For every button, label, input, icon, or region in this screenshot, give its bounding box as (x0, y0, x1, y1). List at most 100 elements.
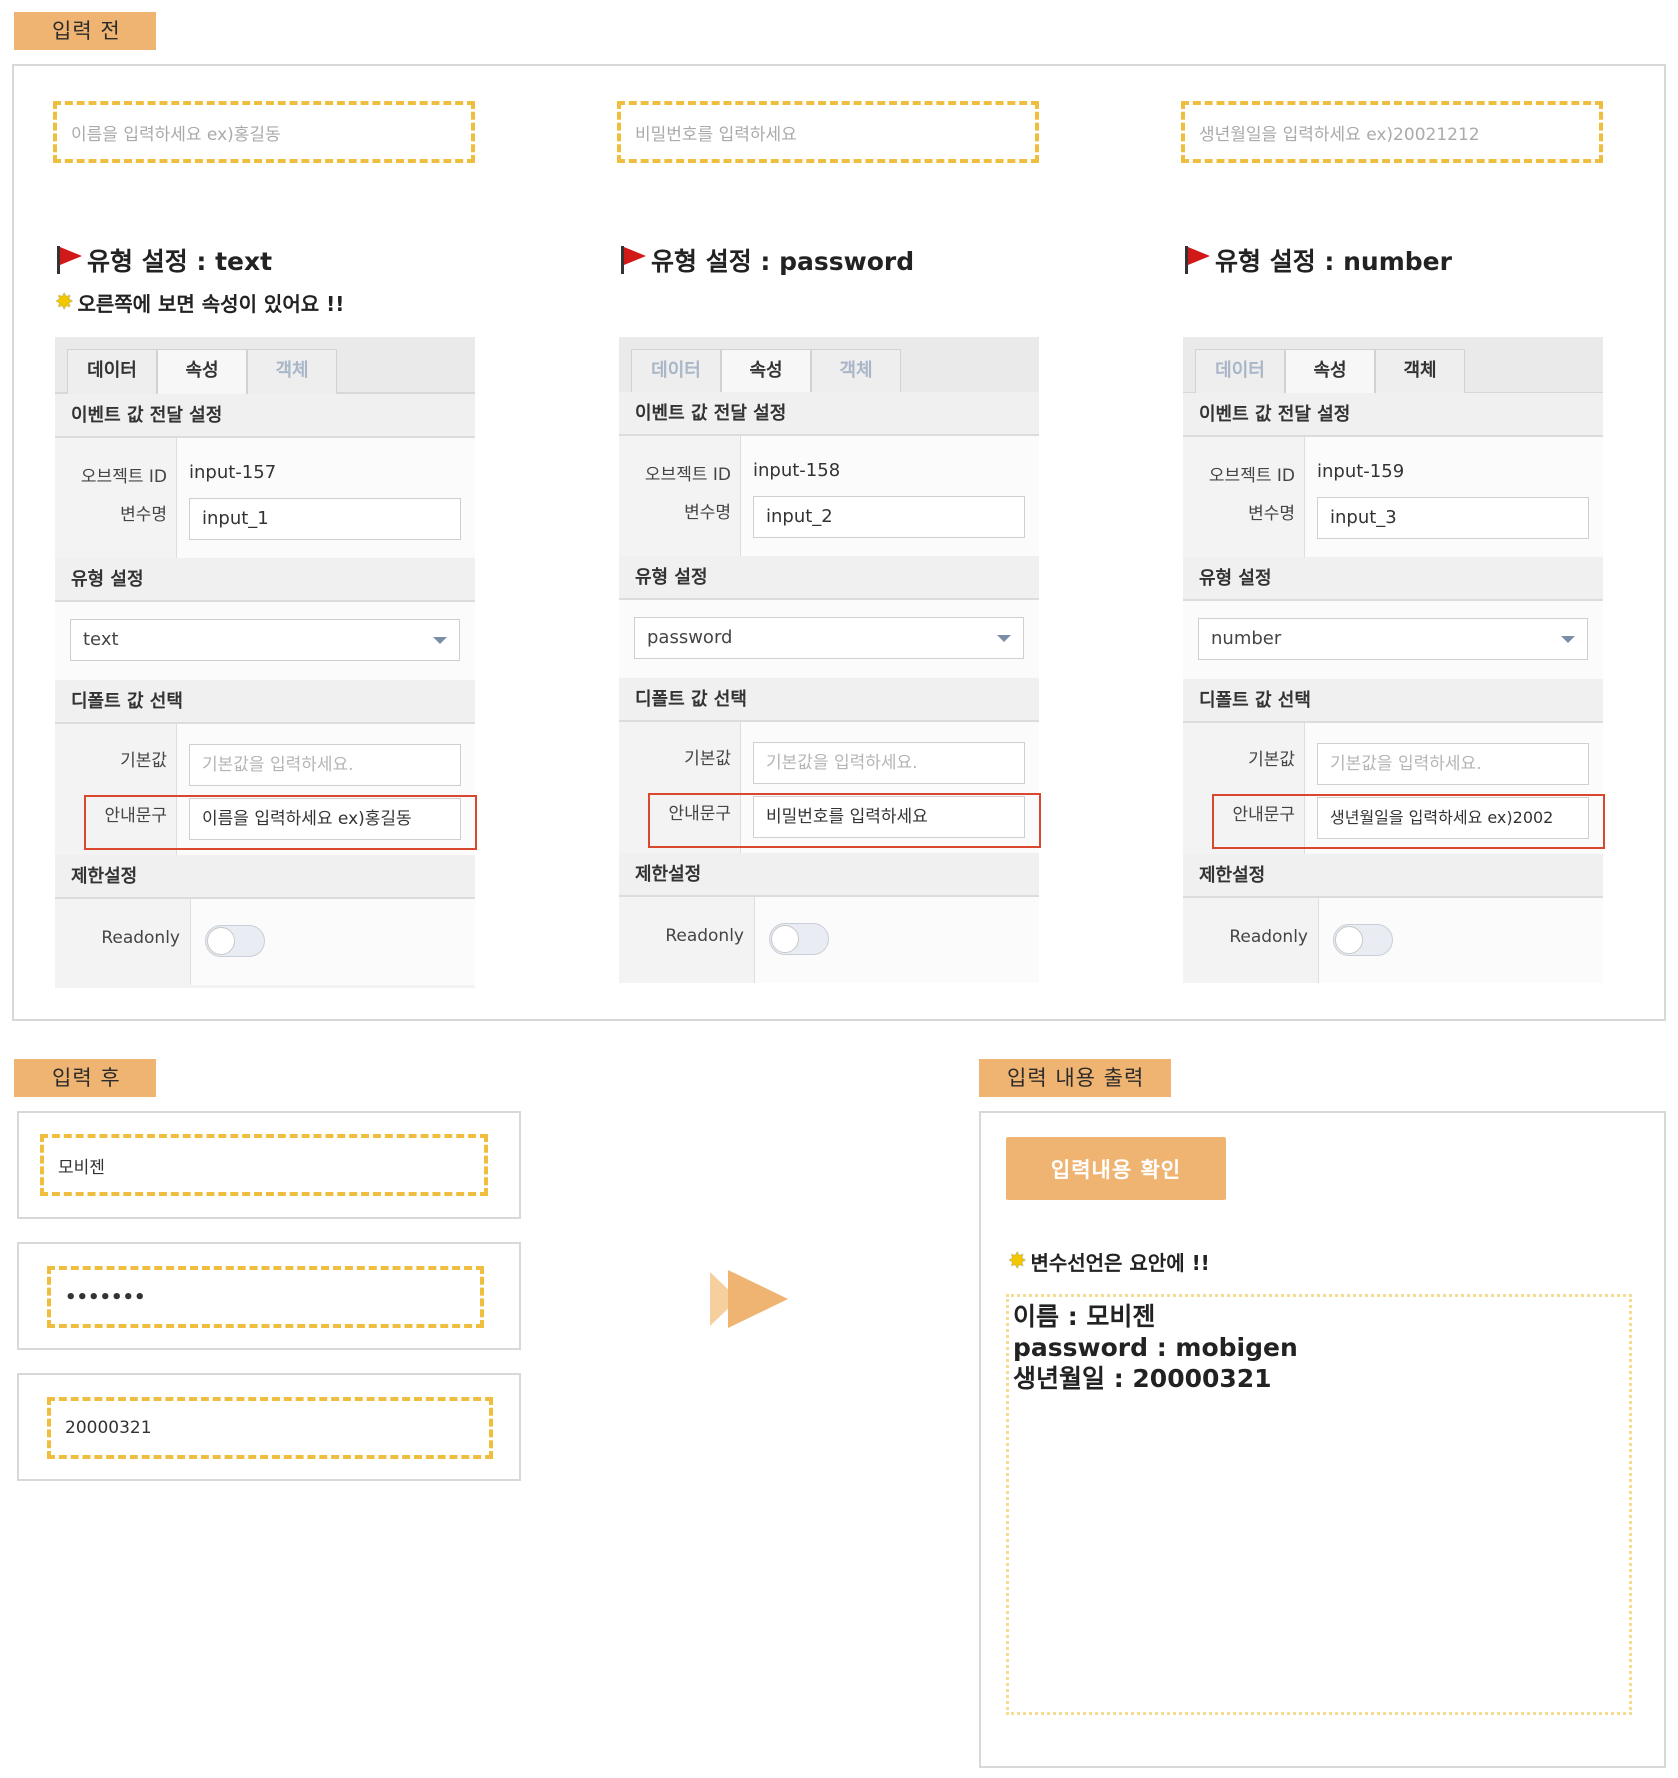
type-header: 유형 설정 (55, 558, 475, 602)
readonly-toggle[interactable] (205, 925, 265, 957)
output-note-text: 변수선언은 요안에 !! (1030, 1251, 1210, 1275)
object-id-value: input-158 (753, 460, 841, 481)
chevron-down-icon (433, 637, 447, 644)
column-title-password-label: 유형 설정 : password (651, 247, 915, 276)
default-header: 디폴트 값 선택 (619, 678, 1039, 722)
variable-label: 변수명 (120, 505, 167, 525)
readonly-label: Readonly (665, 926, 744, 946)
readonly-toggle[interactable] (769, 923, 829, 955)
column-title-text: 유형 설정 : text (55, 242, 272, 278)
property-panel-3: 데이터 속성 객체 이벤트 값 전달 설정 오브젝트 ID 변수명 input-… (1183, 337, 1603, 983)
type-header: 유형 설정 (619, 556, 1039, 600)
column-title-number: 유형 설정 : number (1183, 242, 1452, 278)
property-panel-1: 데이터 속성 객체 이벤트 값 전달 설정 오브젝트 ID 변수명 input-… (55, 337, 475, 988)
column-note: ✸ 오른쪽에 보면 속성이 있어요 !! (55, 288, 344, 317)
event-header: 이벤트 값 전달 설정 (619, 392, 1039, 436)
flag-icon (1183, 245, 1211, 275)
event-header: 이벤트 값 전달 설정 (1183, 393, 1603, 437)
variable-field[interactable]: input_2 (753, 496, 1025, 538)
section-tag-before: 입력 전 (14, 12, 156, 50)
type-header: 유형 설정 (1183, 557, 1603, 601)
object-id-label: 오브젝트 ID (80, 467, 167, 487)
output-line-password: password : mobigen (1013, 1333, 1298, 1362)
panel-tabs: 데이터 속성 객체 (619, 337, 1039, 394)
type-select[interactable]: password (634, 617, 1024, 659)
chevron-down-icon (1561, 636, 1575, 643)
tab-properties[interactable]: 속성 (157, 349, 247, 394)
panel-tabs: 데이터 속성 객체 (1183, 337, 1603, 394)
guide-highlight-box (84, 795, 477, 850)
default-field[interactable]: 기본값을 입력하세요. (189, 744, 461, 786)
panel-tabs: 데이터 속성 객체 (55, 337, 475, 394)
output-line-name: 이름 : 모비젠 (1013, 1302, 1156, 1331)
property-panel-2: 데이터 속성 객체 이벤트 값 전달 설정 오브젝트 ID 변수명 input-… (619, 337, 1039, 983)
output-display-box: 이름 : 모비젠 password : mobigen 생년월일 : 20000… (1006, 1294, 1632, 1715)
variable-label: 변수명 (684, 503, 731, 523)
default-label: 기본값 (120, 751, 167, 771)
guide-highlight-box (648, 793, 1041, 848)
confirm-input-button[interactable]: 입력내용 확인 (1006, 1137, 1226, 1200)
after-password-input[interactable]: ••••••• (47, 1266, 484, 1328)
star-icon: ✸ (1008, 1248, 1027, 1274)
event-body: 오브젝트 ID 변수명 input-158 input_2 (619, 436, 1039, 556)
default-label: 기본값 (1248, 750, 1295, 770)
chevron-down-icon (997, 635, 1011, 642)
object-id-label: 오브젝트 ID (644, 465, 731, 485)
tab-data[interactable]: 데이터 (631, 349, 721, 394)
limit-header: 제한설정 (55, 855, 475, 899)
guide-highlight-box (1212, 794, 1605, 849)
tab-object[interactable]: 객체 (247, 349, 337, 394)
section-tag-after: 입력 후 (14, 1059, 156, 1097)
readonly-label: Readonly (101, 928, 180, 948)
after-name-input[interactable]: 모비젠 (40, 1134, 488, 1196)
type-body: text (55, 602, 475, 680)
tab-object[interactable]: 객체 (811, 349, 901, 394)
type-select-value: text (83, 629, 119, 650)
event-body: 오브젝트 ID 변수명 input-159 input_3 (1183, 437, 1603, 557)
column-note-text: 오른쪽에 보면 속성이 있어요 !! (77, 292, 345, 316)
output-line-birth: 생년월일 : 20000321 (1013, 1364, 1272, 1393)
type-select-value: password (647, 627, 733, 648)
output-note: ✸ 변수선언은 요안에 !! (1008, 1247, 1210, 1276)
tab-properties[interactable]: 속성 (721, 349, 811, 394)
limit-header: 제한설정 (1183, 854, 1603, 898)
arrow-right-icon (710, 1270, 788, 1328)
type-select[interactable]: text (70, 619, 460, 661)
type-select[interactable]: number (1198, 618, 1588, 660)
object-id-value: input-157 (189, 462, 277, 483)
password-input[interactable]: 비밀번호를 입력하세요 (617, 101, 1039, 163)
birth-input[interactable]: 생년월일을 입력하세요 ex)20021212 (1181, 101, 1603, 163)
column-title-text-label: 유형 설정 : text (87, 247, 273, 276)
limit-body: Readonly (619, 897, 1039, 983)
object-id-value: input-159 (1317, 461, 1405, 482)
event-body: 오브젝트 ID 변수명 input-157 input_1 (55, 438, 475, 558)
variable-field[interactable]: input_1 (189, 498, 461, 540)
default-field[interactable]: 기본값을 입력하세요. (753, 742, 1025, 784)
name-input[interactable]: 이름을 입력하세요 ex)홍길동 (53, 101, 475, 163)
column-title-password: 유형 설정 : password (619, 242, 914, 278)
flag-icon (619, 245, 647, 275)
tab-data[interactable]: 데이터 (67, 349, 157, 394)
flag-icon (55, 245, 83, 275)
column-title-number-label: 유형 설정 : number (1215, 247, 1452, 276)
limit-body: Readonly (1183, 898, 1603, 983)
tab-object[interactable]: 객체 (1375, 349, 1465, 394)
default-label: 기본값 (684, 749, 731, 769)
default-header: 디폴트 값 선택 (55, 680, 475, 724)
after-birth-input[interactable]: 20000321 (47, 1397, 493, 1459)
variable-label: 변수명 (1248, 504, 1295, 524)
object-id-label: 오브젝트 ID (1208, 466, 1295, 486)
section-tag-output: 입력 내용 출력 (979, 1059, 1171, 1097)
default-header: 디폴트 값 선택 (1183, 679, 1603, 723)
type-body: password (619, 600, 1039, 678)
event-header: 이벤트 값 전달 설정 (55, 394, 475, 438)
tab-data[interactable]: 데이터 (1195, 349, 1285, 394)
readonly-toggle[interactable] (1333, 924, 1393, 956)
variable-field[interactable]: input_3 (1317, 497, 1589, 539)
star-icon: ✸ (55, 289, 74, 315)
type-select-value: number (1211, 628, 1282, 649)
limit-body: Readonly (55, 899, 475, 985)
type-body: number (1183, 601, 1603, 679)
tab-properties[interactable]: 속성 (1285, 349, 1375, 394)
default-field[interactable]: 기본값을 입력하세요. (1317, 743, 1589, 785)
